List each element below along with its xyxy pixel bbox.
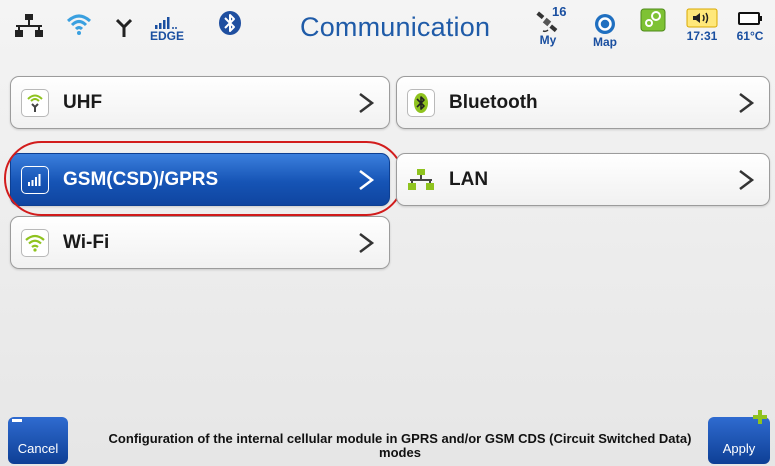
apply-label: Apply — [722, 441, 756, 456]
sound-status[interactable]: 17:31 — [680, 8, 724, 43]
bluetooth-icon — [407, 88, 435, 117]
lan-status-icon — [14, 14, 44, 38]
plus-icon — [753, 410, 767, 424]
minus-icon — [12, 419, 22, 422]
signal-bars-icon — [155, 17, 177, 29]
menu-item-label: Wi-Fi — [63, 231, 110, 253]
lan-icon — [407, 166, 435, 194]
chevron-right-icon — [359, 232, 375, 253]
bluetooth-status-icon — [218, 10, 242, 36]
cellular-label: EDGE — [150, 29, 185, 43]
cellular-status: EDGE — [150, 16, 184, 43]
menu-item-label: Bluetooth — [449, 91, 538, 113]
battery-icon — [738, 12, 762, 25]
map-icon — [595, 14, 615, 34]
chevron-right-icon — [359, 92, 375, 113]
chevron-right-icon — [739, 169, 755, 190]
satellites-status[interactable]: 16 My — [530, 4, 566, 47]
satellites-count: 16 — [552, 4, 567, 19]
gear-icon — [640, 8, 666, 32]
menu-item-uhf[interactable]: UHF — [10, 76, 390, 129]
selection-highlight-ring — [4, 141, 404, 216]
map-status[interactable]: Map — [590, 8, 620, 49]
temperature: 61°C — [736, 29, 764, 43]
apply-button[interactable]: Apply — [708, 410, 770, 464]
status-bar: EDGE Communication 16 My Map 17:31 61°C — [0, 0, 775, 64]
uhf-icon — [21, 88, 49, 117]
menu-item-lan[interactable]: LAN — [396, 153, 770, 206]
menu-item-label: UHF — [63, 91, 103, 113]
wifi-status-icon — [66, 12, 92, 36]
speaker-icon — [686, 8, 718, 28]
menu-item-bluetooth[interactable]: Bluetooth — [396, 76, 770, 129]
map-label: Map — [593, 35, 617, 49]
cancel-button[interactable]: Cancel — [8, 417, 68, 464]
chevron-right-icon — [739, 92, 755, 113]
settings-status[interactable] — [640, 8, 666, 32]
cancel-label: Cancel — [17, 441, 59, 456]
antenna-status-icon — [116, 18, 132, 38]
clock: 17:31 — [686, 29, 718, 43]
status-description: Configuration of the internal cellular m… — [108, 431, 692, 460]
menu-item-wifi[interactable]: Wi-Fi — [10, 216, 390, 269]
battery-status[interactable]: 61°C — [730, 8, 770, 43]
menu-item-label: LAN — [449, 168, 489, 190]
page-title: Communication — [300, 12, 491, 42]
satellites-label: My — [539, 33, 557, 47]
wifi-icon — [21, 228, 49, 257]
